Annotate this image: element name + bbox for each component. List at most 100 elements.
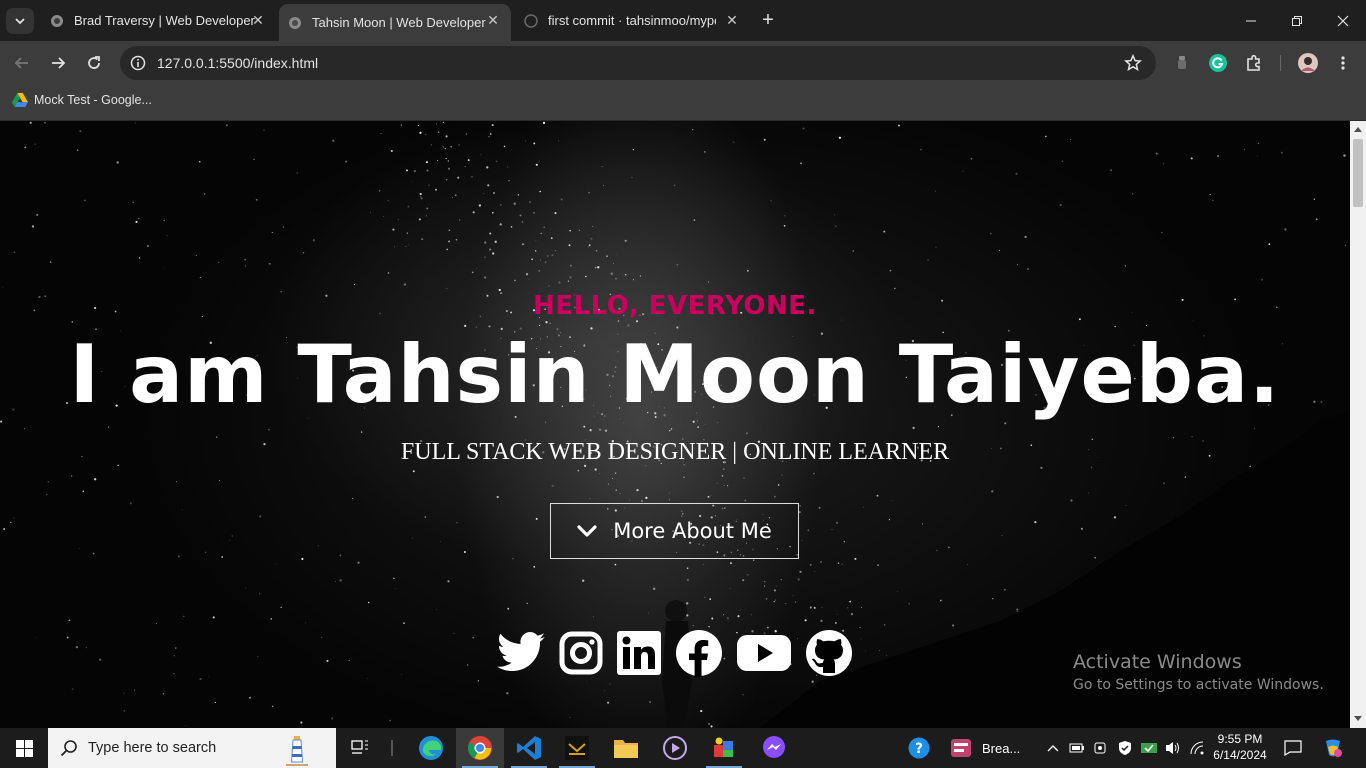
task-view-button[interactable] [336,728,384,768]
arrow-right-icon [52,57,66,69]
show-hidden-icons-button[interactable] [1043,728,1063,768]
edge-icon [419,736,443,760]
twitter-icon[interactable] [497,631,545,675]
taskbar-file-explorer[interactable] [602,728,650,768]
scroll-down-icon[interactable] [1354,716,1362,721]
volume-icon [1166,742,1179,754]
bookmark-label: Mock Test - Google... [34,93,152,107]
more-about-me-button[interactable]: More About Me [550,503,799,559]
lighthouse-icon [286,736,308,766]
vscode-icon [517,736,541,760]
taskbar-search[interactable]: Type here to search [48,728,336,768]
puzzle-icon [1247,54,1260,71]
grammarly-icon [1209,54,1227,72]
browser-toolbar: 127.0.0.1:5500/index.html [0,41,1366,85]
address-bar[interactable]: 127.0.0.1:5500/index.html [120,46,1156,80]
taskbar-messenger[interactable] [750,728,798,768]
tab-title: first commit · tahsinmoo/mypor [548,13,716,28]
tray-security[interactable] [1114,728,1136,768]
tray-camera[interactable] [1090,728,1112,768]
avatar [1298,53,1318,73]
tab-search-button[interactable] [6,8,34,34]
new-tab-button[interactable]: + [757,9,779,31]
close-window-button[interactable] [1320,0,1366,41]
folder-icon [614,740,638,758]
copilot-icon [1326,739,1342,757]
forward-button[interactable] [45,51,71,75]
extensions-menu-button[interactable] [1243,52,1265,74]
kebab-menu-icon [1341,56,1345,70]
page-scrollbar[interactable] [1350,121,1366,728]
taskbar-edge[interactable] [407,728,455,768]
copilot-button[interactable] [1320,728,1346,768]
hero-name: I am Tahsin Moon Taiyeba. [69,328,1281,421]
tab-tahsin-moon[interactable]: Tahsin Moon | Web Developer ✕ [279,4,511,41]
reload-icon [88,56,100,69]
reminder-app-icon [951,739,971,757]
notification-icon [1284,740,1302,756]
close-icon[interactable]: ✕ [250,12,266,28]
scroll-up-icon[interactable] [1354,127,1362,132]
tab-first-commit[interactable]: first commit · tahsinmoo/mypor ✕ [514,0,750,41]
instagram-icon[interactable] [559,631,603,675]
linkedin-icon[interactable] [617,631,661,675]
tray-volume[interactable] [1162,728,1184,768]
extension-icon [1178,56,1186,69]
grammarly-button[interactable] [1207,52,1229,74]
windows-logo-icon [15,739,33,757]
taskbar-vscode[interactable] [505,728,553,768]
chevron-down-icon [577,524,597,538]
site-info-icon[interactable] [130,55,146,71]
task-view-icon [351,740,368,754]
tray-network[interactable] [1186,728,1208,768]
taskbar-paint-app[interactable] [700,728,748,768]
taskbar-notification-app[interactable]: Brea... [948,728,1038,768]
close-icon [1337,15,1349,26]
bookmark-star-icon[interactable] [1124,54,1142,72]
taskbar-clock[interactable]: 9:55 PM 6/14/2024 [1210,731,1270,763]
game-app-icon [565,736,589,760]
camera-icon [1094,742,1106,754]
reload-button[interactable] [81,51,107,75]
play-icon [663,736,687,760]
restore-button[interactable] [1274,0,1320,41]
youtube-icon[interactable] [737,631,791,675]
toolbar-divider [1280,55,1281,71]
start-button[interactable] [0,728,48,768]
taskbar-chrome[interactable] [456,728,504,768]
minimize-button[interactable] [1228,0,1274,41]
help-button[interactable]: ? [904,728,934,768]
wifi-icon [1190,741,1204,755]
search-placeholder: Type here to search [88,740,217,756]
google-drive-icon [12,93,28,107]
hero-tagline: FULL STACK WEB DESIGNER | ONLINE LEARNER [400,439,950,465]
notifications-button[interactable] [1282,728,1304,768]
windows-taskbar: Type here to search ? Brea... 9:55 PM 6/… [0,728,1366,768]
extension-button[interactable] [1171,52,1193,74]
taskbar-divider [391,740,393,756]
globe-icon [51,14,63,27]
minimize-icon [1246,20,1256,21]
github-icon[interactable] [805,630,853,676]
browser-menu-button[interactable] [1332,52,1354,74]
messenger-icon [763,736,785,758]
chevron-down-icon [15,18,25,25]
watermark-title: Activate Windows [1073,651,1242,673]
taskbar-media-player[interactable] [651,728,699,768]
page-hero: HELLO, EVERYONE. I am Tahsin Moon Taiyeb… [0,121,1350,728]
tray-defender[interactable] [1138,728,1160,768]
facebook-icon[interactable] [675,630,723,677]
close-icon[interactable]: ✕ [485,12,501,28]
tray-battery[interactable] [1066,728,1088,768]
close-icon[interactable]: ✕ [724,12,740,28]
url-text: 127.0.0.1:5500/index.html [157,55,319,71]
clock-time: 9:55 PM [1217,732,1263,746]
help-icon: ? [908,737,930,759]
taskbar-game-app[interactable] [553,728,601,768]
back-button[interactable] [9,51,35,75]
security-check-icon [1141,743,1157,753]
tab-brad-traversy[interactable]: Brad Traversy | Web Developer ✕ [40,0,276,41]
scrollbar-thumb[interactable] [1353,139,1363,207]
profile-button[interactable] [1297,52,1319,74]
bookmark-mock-test[interactable]: Mock Test - Google... [12,93,152,107]
